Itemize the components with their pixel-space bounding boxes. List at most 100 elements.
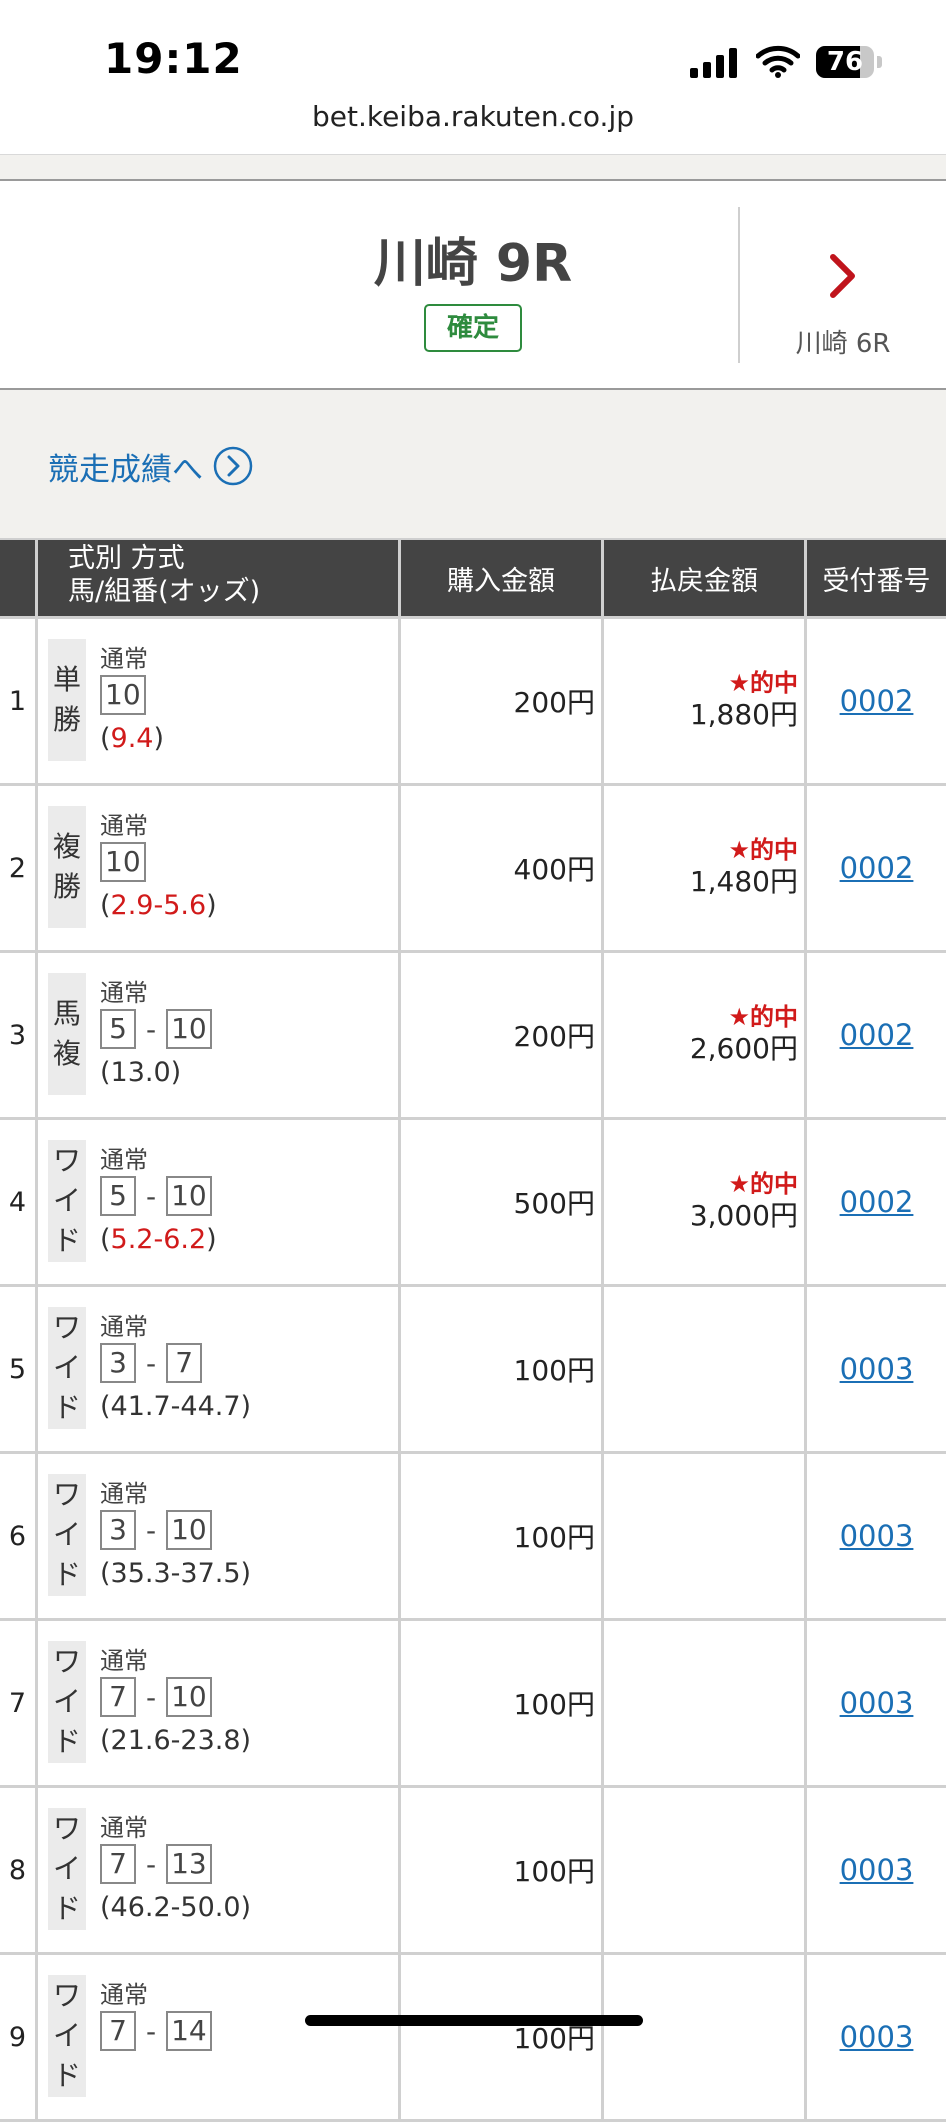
bet-type-char: ド: [52, 1725, 81, 1758]
odds-close: ): [206, 890, 217, 921]
table-row: 5 ワイド 通常 3-7 (41.7-44.7) 100円 0003: [0, 1287, 946, 1454]
payout-cell: [604, 1788, 807, 1952]
bet-type-char: イ: [52, 1685, 81, 1718]
bet-type-char: ド: [52, 1892, 81, 1925]
odds-open: (: [100, 890, 111, 921]
odds-value: 9.4: [110, 723, 154, 754]
next-race-label[interactable]: 川崎 6R: [740, 323, 946, 360]
horse-number-box: 14: [166, 2011, 212, 2051]
race-header: 川崎 9R 確定 川崎 6R: [0, 181, 946, 390]
bet-detail-cell: ワイド 通常 5-10 (5.2-6.2): [38, 1120, 401, 1284]
payout-amount: 2,600円: [689, 1032, 798, 1065]
horse-number-box: 3: [100, 1510, 136, 1550]
row-index: 8: [0, 1788, 38, 1952]
bet-detail-cell: ワイド 通常 3-10 (35.3-37.5): [38, 1454, 401, 1618]
race-results-link[interactable]: 競走成績へ: [48, 442, 253, 490]
header-receipt: 受付番号: [822, 565, 931, 597]
receipt-number-link[interactable]: 0002: [807, 786, 946, 950]
receipt-number-link[interactable]: 0003: [807, 1788, 946, 1952]
horse-number-box: 7: [100, 1844, 136, 1884]
header-index: [0, 540, 38, 616]
odds-value: 21.6-23.8: [110, 1725, 241, 1756]
bet-type-char: 単: [52, 663, 81, 696]
bet-type-char: ワ: [52, 1812, 81, 1845]
bet-detail-cell: 馬複 通常 5-10 (13.0): [38, 953, 401, 1117]
bet-type-char: ド: [52, 2059, 81, 2092]
horse-number-box: 7: [100, 2011, 136, 2051]
receipt-number-link[interactable]: 0002: [807, 619, 946, 783]
odds: (35.3-37.5): [100, 1558, 251, 1589]
hit-badge: ★的中: [728, 1170, 798, 1198]
horse-numbers: 3-10: [100, 1510, 212, 1550]
table-row: 9 ワイド 通常 7-14 100円 0003: [0, 1955, 946, 2122]
payout-amount: 1,480円: [689, 865, 798, 898]
horse-numbers: 5-10: [100, 1176, 212, 1216]
status-time: 19:12: [104, 34, 243, 83]
horse-numbers: 3-7: [100, 1343, 203, 1383]
horse-numbers: 7-13: [100, 1844, 212, 1884]
horse-number-box: 10: [100, 842, 146, 882]
receipt-number-link[interactable]: 0002: [807, 953, 946, 1117]
bet-type-char: 勝: [52, 870, 81, 903]
odds: (41.7-44.7): [100, 1391, 251, 1422]
purchase-amount: 100円: [401, 1287, 604, 1451]
battery-icon: 76: [816, 46, 882, 78]
payout-amount: 3,000円: [689, 1199, 798, 1232]
row-index: 1: [0, 619, 38, 783]
odds-open: (: [100, 1725, 111, 1756]
bet-method: 通常: [100, 1146, 148, 1174]
table-row: 1 単勝 通常 10 (9.4) 200円 ★的中 1,880円 0002: [0, 619, 946, 786]
odds-value: 35.3-37.5: [110, 1558, 241, 1589]
purchase-amount: 100円: [401, 1621, 604, 1785]
odds-open: (: [100, 1558, 111, 1589]
race-results-link-label: 競走成績へ: [48, 451, 203, 488]
purchase-amount: 100円: [401, 1788, 604, 1952]
purchase-amount: 400円: [401, 786, 604, 950]
status-badge: 確定: [424, 304, 522, 352]
odds-close: ): [240, 1558, 252, 1589]
bet-type-char: イ: [52, 1351, 81, 1384]
bet-method: 通常: [100, 812, 148, 840]
bet-detail-cell: ワイド 通常 3-7 (41.7-44.7): [38, 1287, 401, 1451]
odds-open: (: [100, 1057, 111, 1088]
bet-type-label: 単勝: [48, 639, 86, 761]
bet-type-char: ワ: [52, 1144, 81, 1177]
combo-dash: -: [146, 1346, 157, 1380]
purchase-amount: 200円: [401, 619, 604, 783]
home-indicator[interactable]: [305, 2015, 643, 2026]
odds-open: (: [100, 1224, 111, 1255]
payout-cell: ★的中 2,600円: [604, 953, 807, 1117]
bet-detail-cell: 複勝 通常 10 (2.9-5.6): [38, 786, 401, 950]
address-bar-url[interactable]: bet.keiba.rakuten.co.jp: [0, 100, 946, 133]
status-bar: 19:12 76: [0, 0, 946, 110]
horse-number-box: 7: [166, 1343, 203, 1383]
row-index: 4: [0, 1120, 38, 1284]
chevron-right-icon[interactable]: [822, 251, 862, 301]
horse-numbers: 7-10: [100, 1677, 212, 1717]
receipt-number-link[interactable]: 0003: [807, 1621, 946, 1785]
payout-cell: ★的中 1,480円: [604, 786, 807, 950]
bet-type-char: ワ: [52, 1979, 81, 2012]
bet-detail-cell: ワイド 通常 7-13 (46.2-50.0): [38, 1788, 401, 1952]
payout-cell: [604, 1621, 807, 1785]
odds-value: 13.0: [110, 1057, 171, 1088]
payout-amount: 1,880円: [689, 698, 798, 731]
horse-numbers: 7-14: [100, 2011, 212, 2051]
bet-type-char: 複: [52, 830, 81, 863]
receipt-number-link[interactable]: 0003: [807, 1454, 946, 1618]
odds-close: ): [240, 1725, 252, 1756]
combo-dash: -: [146, 1012, 157, 1046]
horse-number-box: 3: [100, 1343, 136, 1383]
header-amount: 購入金額: [401, 540, 604, 616]
header-payout: 払戻金額: [604, 540, 807, 616]
row-index: 5: [0, 1287, 38, 1451]
bet-method: 通常: [100, 1313, 148, 1341]
receipt-number-link[interactable]: 0003: [807, 1287, 946, 1451]
receipt-number-link[interactable]: 0003: [807, 1955, 946, 2119]
receipt-number-link[interactable]: 0002: [807, 1120, 946, 1284]
row-index: 2: [0, 786, 38, 950]
hit-badge: ★的中: [728, 1003, 798, 1031]
combo-dash: -: [146, 1513, 157, 1547]
bet-method: 通常: [100, 1480, 148, 1508]
horse-number-box: 7: [100, 1677, 136, 1717]
